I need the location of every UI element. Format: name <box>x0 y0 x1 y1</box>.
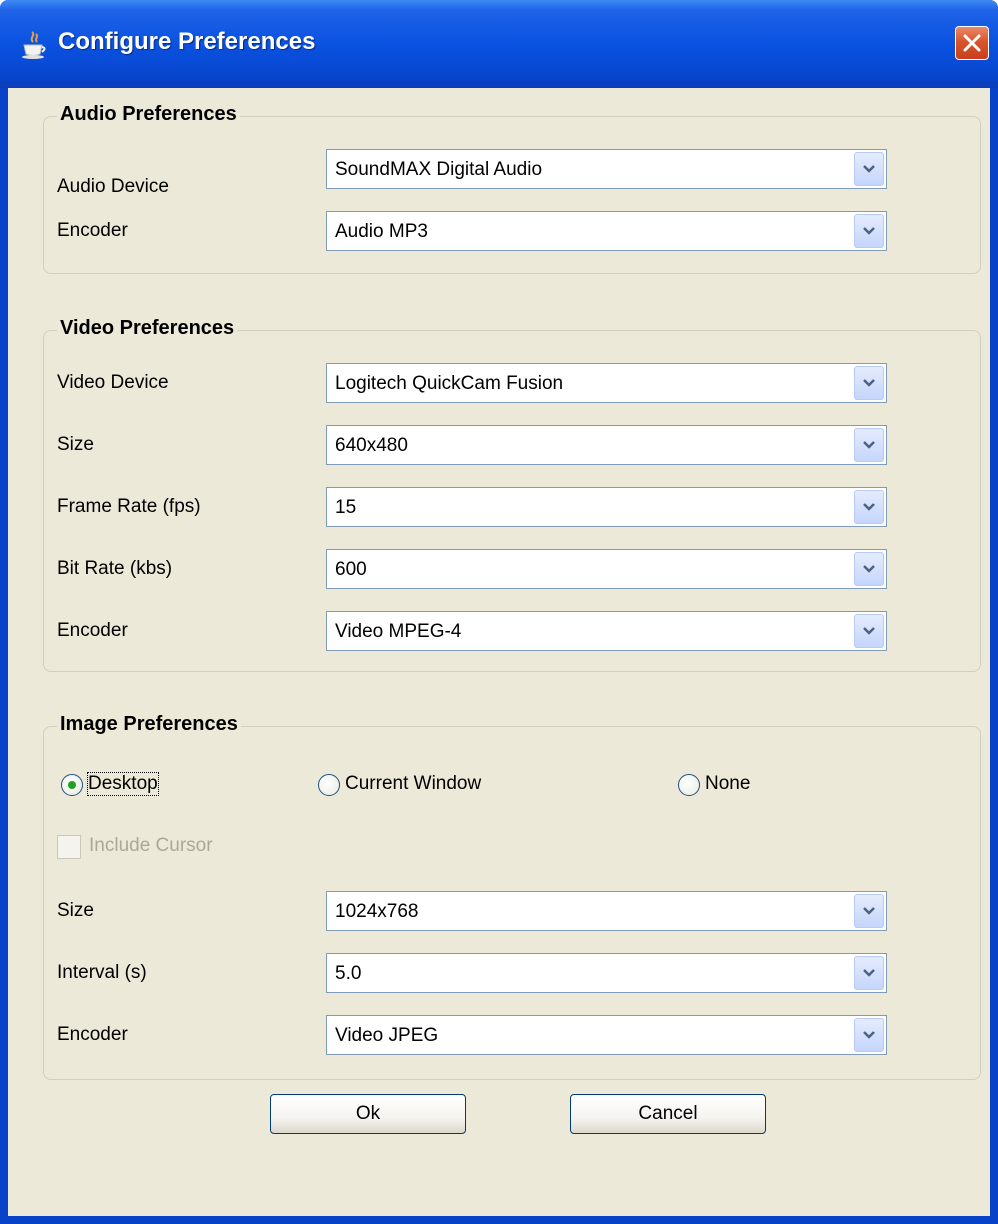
audio-device-label: Audio Device <box>57 176 169 197</box>
title-bar[interactable]: Configure Preferences <box>0 0 998 88</box>
audio-preferences-group: Audio Preferences Audio Device SoundMAX … <box>43 103 981 274</box>
video-encoder-select[interactable]: Video MPEG-4 <box>326 611 887 651</box>
image-interval-value: 5.0 <box>335 963 362 984</box>
image-size-dropdown-button[interactable] <box>854 894 884 928</box>
chevron-down-icon <box>863 627 875 635</box>
video-device-row: Video Device Logitech QuickCam Fusion <box>57 363 967 403</box>
image-size-value: 1024x768 <box>335 901 419 922</box>
video-framerate-select[interactable]: 15 <box>326 487 887 527</box>
audio-encoder-dropdown-button[interactable] <box>854 214 884 248</box>
video-preferences-title: Video Preferences <box>57 317 238 340</box>
radio-desktop-label[interactable]: Desktop <box>87 772 159 796</box>
video-device-select[interactable]: Logitech QuickCam Fusion <box>326 363 887 403</box>
include-cursor-box[interactable] <box>57 835 81 859</box>
java-cup-icon <box>22 31 46 59</box>
chevron-down-icon <box>863 379 875 387</box>
video-device-dropdown-button[interactable] <box>854 366 884 400</box>
image-interval-select[interactable]: 5.0 <box>326 953 887 993</box>
close-button[interactable] <box>955 26 989 60</box>
image-encoder-select[interactable]: Video JPEG <box>326 1015 887 1055</box>
image-preferences-title: Image Preferences <box>57 713 241 736</box>
image-interval-row: Interval (s) 5.0 <box>57 953 967 993</box>
video-bitrate-dropdown-button[interactable] <box>854 552 884 586</box>
audio-device-select[interactable]: SoundMAX Digital Audio <box>326 149 887 189</box>
chevron-down-icon <box>863 907 875 915</box>
image-encoder-row: Encoder Video JPEG <box>57 1015 967 1055</box>
video-size-row: Size 640x480 <box>57 425 967 465</box>
video-size-dropdown-button[interactable] <box>854 428 884 462</box>
video-bitrate-row: Bit Rate (kbs) 600 <box>57 549 967 589</box>
chevron-down-icon <box>863 441 875 449</box>
video-encoder-row: Encoder Video MPEG-4 <box>57 611 967 651</box>
video-encoder-value: Video MPEG-4 <box>335 621 462 642</box>
chevron-down-icon <box>863 1031 875 1039</box>
radio-current-window-circle[interactable] <box>318 774 340 796</box>
image-interval-label: Interval (s) <box>57 962 147 983</box>
chevron-down-icon <box>863 969 875 977</box>
window-title: Configure Preferences <box>58 28 316 55</box>
video-encoder-dropdown-button[interactable] <box>854 614 884 648</box>
video-framerate-dropdown-button[interactable] <box>854 490 884 524</box>
chevron-down-icon <box>863 503 875 511</box>
radio-current-window-label[interactable]: Current Window <box>345 773 481 795</box>
audio-encoder-value: Audio MP3 <box>335 221 428 242</box>
image-size-row: Size 1024x768 <box>57 891 967 931</box>
image-encoder-value: Video JPEG <box>335 1025 439 1046</box>
video-size-select[interactable]: 640x480 <box>326 425 887 465</box>
video-device-label: Video Device <box>57 372 169 393</box>
audio-device-value: SoundMAX Digital Audio <box>335 159 543 180</box>
audio-encoder-label: Encoder <box>57 220 128 241</box>
video-size-value: 640x480 <box>335 435 408 456</box>
chevron-down-icon <box>863 565 875 573</box>
video-framerate-label: Frame Rate (fps) <box>57 496 201 517</box>
chevron-down-icon <box>863 165 875 173</box>
image-encoder-label: Encoder <box>57 1024 128 1045</box>
video-framerate-value: 15 <box>335 497 357 518</box>
audio-device-row: Audio Device SoundMAX Digital Audio <box>57 149 967 197</box>
video-size-label: Size <box>57 434 94 455</box>
include-cursor-label: Include Cursor <box>89 835 213 856</box>
image-size-select[interactable]: 1024x768 <box>326 891 887 931</box>
video-bitrate-value: 600 <box>335 559 367 580</box>
close-icon <box>963 34 981 52</box>
image-preferences-group: Image Preferences Desktop Current Window… <box>43 713 981 1080</box>
image-interval-dropdown-button[interactable] <box>854 956 884 990</box>
cancel-button[interactable]: Cancel <box>570 1094 766 1134</box>
video-bitrate-label: Bit Rate (kbs) <box>57 558 173 579</box>
radio-desktop-circle[interactable] <box>61 774 83 796</box>
radio-none-circle[interactable] <box>678 774 700 796</box>
audio-preferences-title: Audio Preferences <box>57 103 240 126</box>
radio-selected-dot <box>68 781 76 789</box>
video-bitrate-select[interactable]: 600 <box>326 549 887 589</box>
image-encoder-dropdown-button[interactable] <box>854 1018 884 1052</box>
video-preferences-group: Video Preferences Video Device Logitech … <box>43 317 981 672</box>
video-framerate-row: Frame Rate (fps) 15 <box>57 487 967 527</box>
audio-encoder-select[interactable]: Audio MP3 <box>326 211 887 251</box>
audio-encoder-row: Encoder Audio MP3 <box>57 211 967 251</box>
radio-none-label[interactable]: None <box>705 773 750 795</box>
configure-preferences-window: Configure Preferences Audio Preferences … <box>0 0 998 1224</box>
audio-device-dropdown-button[interactable] <box>854 152 884 186</box>
video-device-value: Logitech QuickCam Fusion <box>335 373 564 394</box>
image-size-label: Size <box>57 900 94 921</box>
ok-button[interactable]: Ok <box>270 1094 466 1134</box>
video-encoder-label: Encoder <box>57 620 128 641</box>
chevron-down-icon <box>863 227 875 235</box>
dialog-content: Audio Preferences Audio Device SoundMAX … <box>8 88 990 1216</box>
